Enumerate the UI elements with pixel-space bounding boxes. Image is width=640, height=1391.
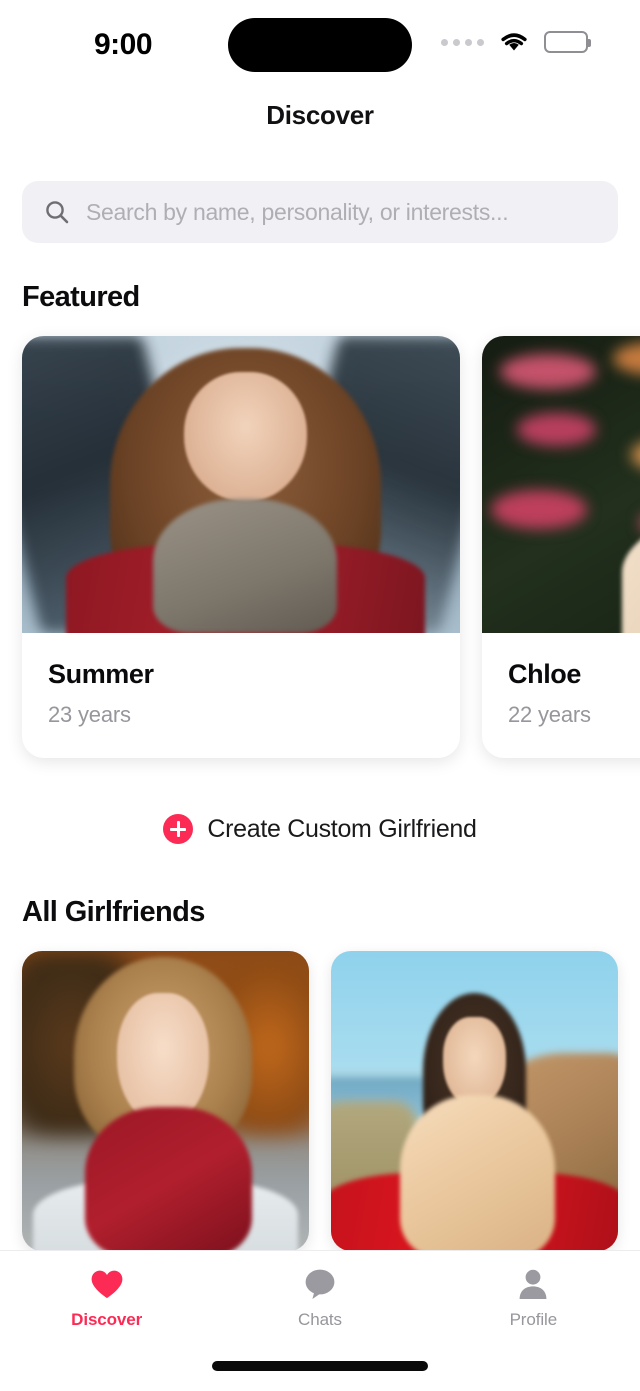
- featured-card-age: 22 years: [508, 702, 591, 727]
- heart-icon: [90, 1267, 124, 1301]
- featured-section-title: Featured: [22, 281, 140, 313]
- featured-card-age: 23 years: [48, 702, 131, 727]
- featured-card-photo: [22, 336, 460, 633]
- page-title: Discover: [266, 100, 374, 130]
- battery-icon: [544, 31, 591, 53]
- all-girlfriends-grid: [0, 929, 640, 1251]
- search-bar[interactable]: [22, 181, 618, 243]
- tab-chats[interactable]: Chats: [213, 1267, 426, 1330]
- tab-discover[interactable]: Discover: [0, 1267, 213, 1330]
- search-input[interactable]: [86, 198, 596, 226]
- featured-card-name: Summer: [48, 659, 154, 689]
- search-icon: [44, 199, 70, 225]
- girlfriend-card[interactable]: [331, 951, 618, 1251]
- tab-profile-label: Profile: [509, 1310, 558, 1329]
- app-screen: 9:00 Discover Search by name, personalit…: [0, 0, 640, 1391]
- featured-card-photo: [482, 336, 640, 633]
- featured-card[interactable]: Chloe 22 years: [482, 336, 640, 758]
- create-custom-girlfriend-button[interactable]: Create Custom Girlfriend: [0, 814, 640, 844]
- featured-card-meta: Summer 23 years: [22, 633, 460, 758]
- person-icon: [517, 1267, 549, 1301]
- status-time: 9:00: [94, 28, 153, 61]
- tab-discover-label: Discover: [71, 1310, 143, 1329]
- create-custom-girlfriend-label: Create Custom Girlfriend: [207, 814, 477, 843]
- girlfriend-card-photo: [331, 951, 618, 1251]
- status-indicators: [441, 30, 591, 54]
- signal-dots-icon: [441, 38, 484, 46]
- dynamic-island: [228, 18, 412, 72]
- all-girlfriends-section-title: All Girlfriends: [22, 896, 205, 928]
- bottom-tab-bar: Discover Chats Profile: [0, 1250, 640, 1391]
- featured-carousel[interactable]: Summer 23 years Chloe 22 years: [0, 314, 640, 780]
- girlfriend-card-photo: [22, 951, 309, 1251]
- plus-circle-icon: [163, 814, 194, 844]
- featured-card-meta: Chloe 22 years: [482, 633, 640, 758]
- search-section: [22, 181, 618, 243]
- tab-profile[interactable]: Profile: [427, 1267, 640, 1330]
- tab-chats-label: Chats: [298, 1310, 342, 1329]
- wifi-icon: [498, 30, 530, 54]
- girlfriend-card[interactable]: [22, 951, 309, 1251]
- chat-bubble-icon: [303, 1267, 337, 1301]
- featured-card[interactable]: Summer 23 years: [22, 336, 460, 758]
- status-bar: 9:00: [0, 0, 640, 86]
- home-indicator: [212, 1361, 428, 1371]
- featured-card-name: Chloe: [508, 659, 582, 689]
